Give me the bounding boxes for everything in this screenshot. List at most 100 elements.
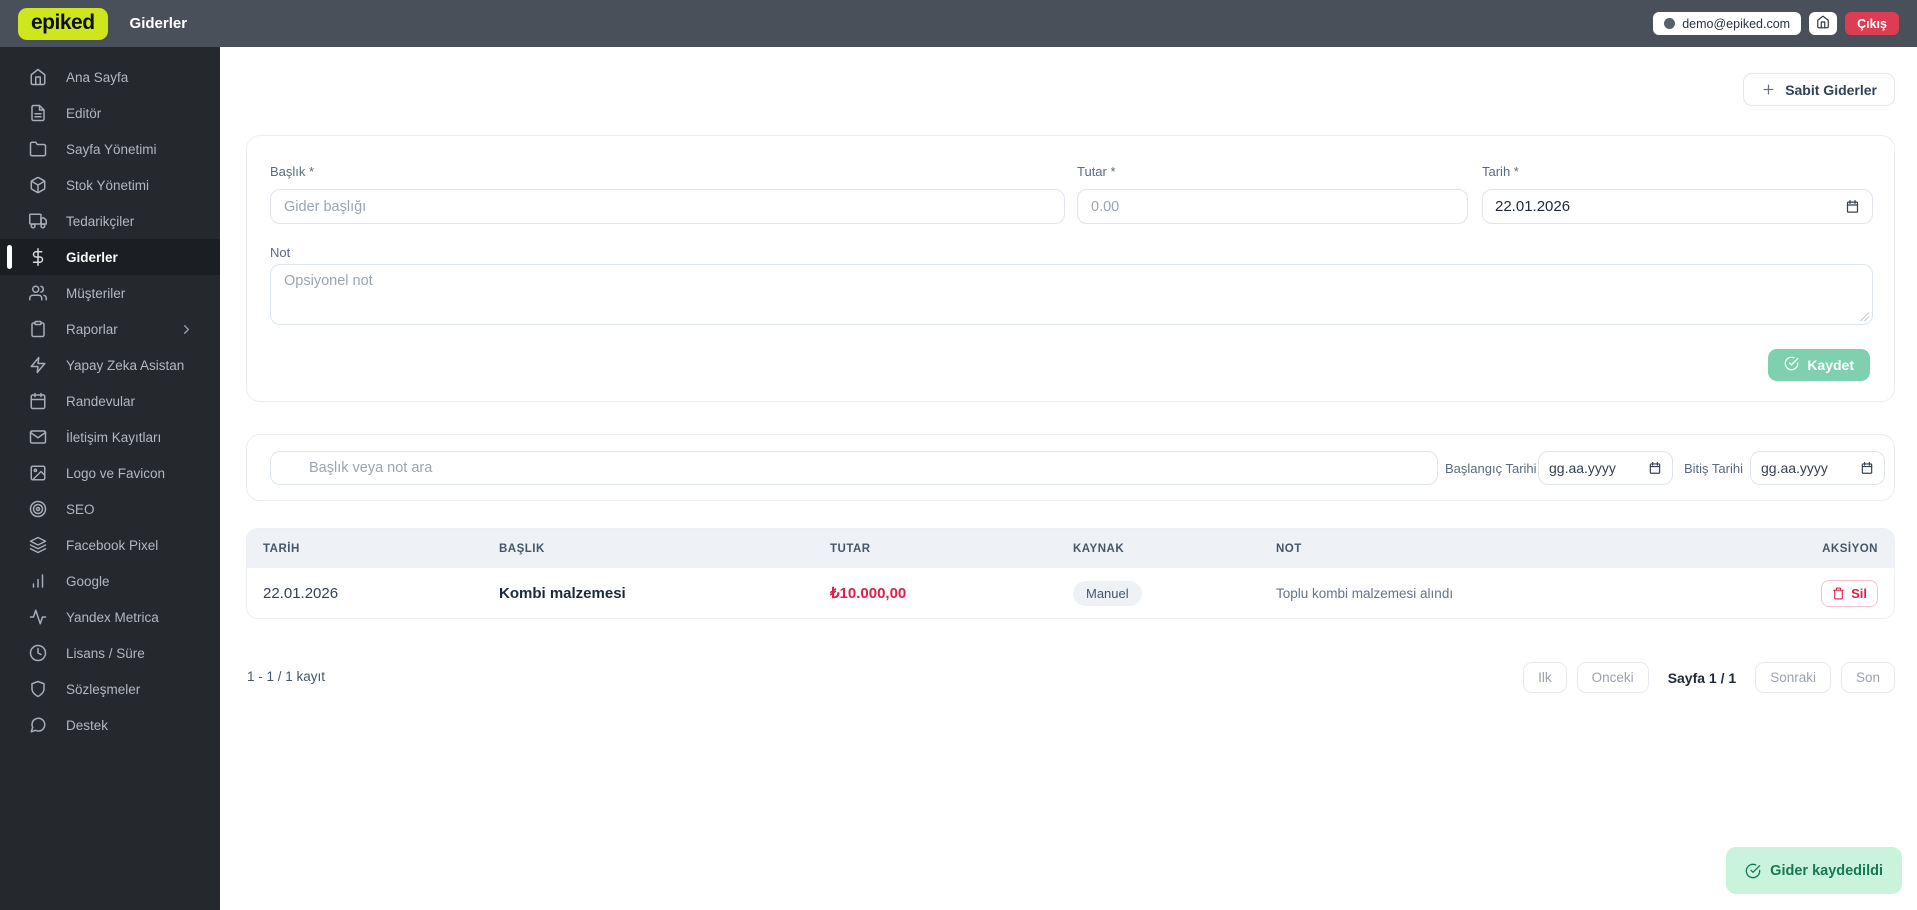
activity-icon [29, 608, 47, 626]
sidebar-item-label: Logo ve Favicon [66, 465, 166, 481]
cell-source: Manuel [1073, 580, 1276, 606]
sidebar-item-activity[interactable]: Yandex Metrica [0, 599, 220, 635]
sidebar-item-label: Müşteriler [66, 285, 126, 301]
sidebar-item-mail[interactable]: İletişim Kayıtları [0, 419, 220, 455]
main-content: Sabit Giderler Başlık * Tutar * Tarih * … [220, 47, 1917, 910]
sidebar-item-label: Raporlar [66, 321, 118, 337]
search-wrap [270, 451, 1438, 485]
home-button[interactable] [1809, 12, 1838, 35]
note-textarea[interactable] [270, 264, 1873, 325]
success-toast: Gider kaydedildi [1726, 847, 1902, 894]
dollar-icon [29, 248, 47, 266]
pagination: Ilk Onceki Sayfa 1 / 1 Sonraki Son [1523, 662, 1895, 693]
file-text-icon [29, 104, 47, 122]
truck-icon [29, 212, 47, 230]
cell-note: Toplu kombi malzemesi alındı [1276, 585, 1454, 601]
column-header: BAŞLIK [499, 542, 545, 555]
cell-date: 22.01.2026 [263, 584, 339, 602]
date-value: 22.01.2026 [1495, 198, 1571, 215]
column-header: TARİH [263, 542, 300, 555]
sidebar-item-users[interactable]: Müşteriler [0, 275, 220, 311]
users-icon [29, 284, 47, 302]
title-input[interactable] [270, 189, 1065, 224]
prev-page-button[interactable]: Onceki [1576, 662, 1649, 693]
sidebar-item-truck[interactable]: Tedarikçiler [0, 203, 220, 239]
amount-input[interactable] [1077, 189, 1468, 224]
sidebar-item-calendar[interactable]: Randevular [0, 383, 220, 419]
add-fixed-expenses-label: Sabit Giderler [1785, 81, 1877, 98]
sidebar-item-bar-chart[interactable]: Google [0, 563, 220, 599]
sidebar-item-label: Destek [66, 717, 109, 733]
cell-action: Sil [1768, 579, 1878, 607]
amount-label: Tutar * [1077, 164, 1116, 179]
table-body: 22.01.2026 Kombi malzemesi ₺10.000,00 Manue… [247, 568, 1894, 618]
sidebar-item-message-circle[interactable]: Destek [0, 707, 220, 743]
user-email-pill[interactable]: demo@epiked.com [1653, 12, 1802, 35]
last-page-button[interactable]: Son [1840, 662, 1895, 693]
expenses-table: TARİH BAŞLIK TUTAR KAYNAK NOT AKSİYON 22.01.2… [246, 528, 1895, 619]
sidebar-item-label: SEO [66, 501, 95, 517]
sidebar-list: Ana Sayfa Editör Sayfa Yönetimi Stok Yöneti… [0, 59, 220, 743]
end-date-label: Bitiş Tarihi [1684, 461, 1744, 476]
calendar-icon [1648, 461, 1662, 475]
sidebar-item-package[interactable]: Stok Yönetimi [0, 167, 220, 203]
package-icon [29, 176, 47, 194]
topbar: epiked Giderler demo@epiked.com Çıkış [0, 0, 1917, 47]
clipboard-icon [29, 320, 47, 338]
zap-icon [29, 356, 47, 374]
sidebar-item-layers[interactable]: Facebook Pixel [0, 527, 220, 563]
sidebar-item-dollar[interactable]: Giderler [0, 239, 220, 275]
sidebar-item-label: Lisans / Süre [66, 645, 145, 661]
logout-button[interactable]: Çıkış [1845, 12, 1899, 35]
clock-icon [29, 644, 47, 662]
filter-card: Başlangıç Tarihi gg.aa.yyyy Bitiş Tarihi… [246, 434, 1895, 501]
image-icon [29, 464, 47, 482]
sidebar-item-label: Sayfa Yönetimi [66, 141, 157, 157]
first-page-button[interactable]: Ilk [1523, 662, 1567, 693]
cell-title: Kombi malzemesi [499, 584, 626, 602]
end-date-placeholder: gg.aa.yyyy [1761, 460, 1828, 476]
target-icon [29, 500, 47, 518]
column-header: KAYNAK [1073, 542, 1125, 555]
search-input[interactable] [270, 451, 1438, 485]
user-avatar-dot [1664, 18, 1676, 29]
table-header-row: TARİH BAŞLIK TUTAR KAYNAK NOT AKSİYON [247, 529, 1894, 568]
mail-icon [29, 428, 47, 446]
brand-logo[interactable]: epiked [18, 7, 108, 40]
sidebar-item-target[interactable]: SEO [0, 491, 220, 527]
sidebar-item-clipboard[interactable]: Raporlar [0, 311, 220, 347]
sidebar-item-label: Editör [66, 105, 102, 121]
record-count-summary: 1 - 1 / 1 kayıt [247, 669, 326, 684]
delete-label: Sil [1851, 585, 1867, 601]
sidebar-item-label: Tedarikçiler [66, 213, 135, 229]
sidebar-item-folder[interactable]: Sayfa Yönetimi [0, 131, 220, 167]
source-badge: Manuel [1073, 580, 1142, 606]
sidebar-item-label: Giderler [66, 249, 118, 265]
sidebar-item-label: Stok Yönetimi [66, 177, 150, 193]
next-page-button[interactable]: Sonraki [1755, 662, 1831, 693]
save-button[interactable]: Kaydet [1768, 349, 1870, 381]
sidebar-item-shield[interactable]: Sözleşmeler [0, 671, 220, 707]
shield-icon [29, 680, 47, 698]
sidebar-item-home[interactable]: Ana Sayfa [0, 59, 220, 95]
layers-icon [29, 536, 47, 554]
date-label: Tarih * [1482, 164, 1519, 179]
sidebar-item-label: Randevular [66, 393, 136, 409]
end-date-input[interactable]: gg.aa.yyyy [1750, 451, 1885, 485]
title-label: Başlık * [270, 164, 315, 179]
start-date-input[interactable]: gg.aa.yyyy [1538, 451, 1673, 485]
sidebar-item-clock[interactable]: Lisans / Süre [0, 635, 220, 671]
folder-icon [29, 140, 47, 158]
sidebar-item-label: Yandex Metrica [66, 609, 159, 625]
table-row: 22.01.2026 Kombi malzemesi ₺10.000,00 Manue… [247, 568, 1894, 618]
delete-button[interactable]: Sil [1821, 579, 1878, 607]
date-input[interactable]: 22.01.2026 [1482, 189, 1873, 224]
sidebar-item-image[interactable]: Logo ve Favicon [0, 455, 220, 491]
check-circle-icon [1745, 863, 1761, 879]
add-fixed-expenses-button[interactable]: Sabit Giderler [1743, 73, 1895, 106]
topbar-right: demo@epiked.com Çıkış [1653, 12, 1899, 35]
expense-form-card: Başlık * Tutar * Tarih * 22.01.2026 Not … [246, 135, 1895, 402]
sidebar-item-file-text[interactable]: Editör [0, 95, 220, 131]
sidebar-item-zap[interactable]: Yapay Zeka Asistan [0, 347, 220, 383]
sidebar-item-label: Facebook Pixel [66, 537, 159, 553]
